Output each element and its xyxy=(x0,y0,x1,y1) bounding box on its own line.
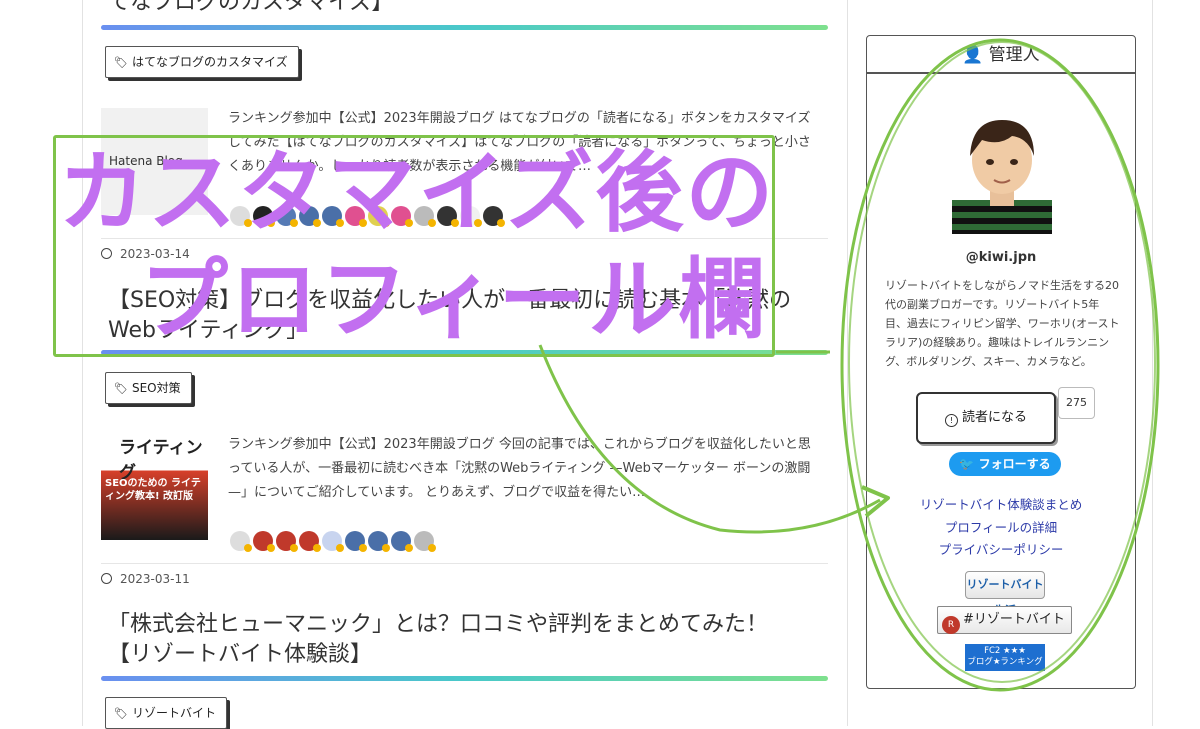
annotation-drawing xyxy=(538,38,1160,692)
